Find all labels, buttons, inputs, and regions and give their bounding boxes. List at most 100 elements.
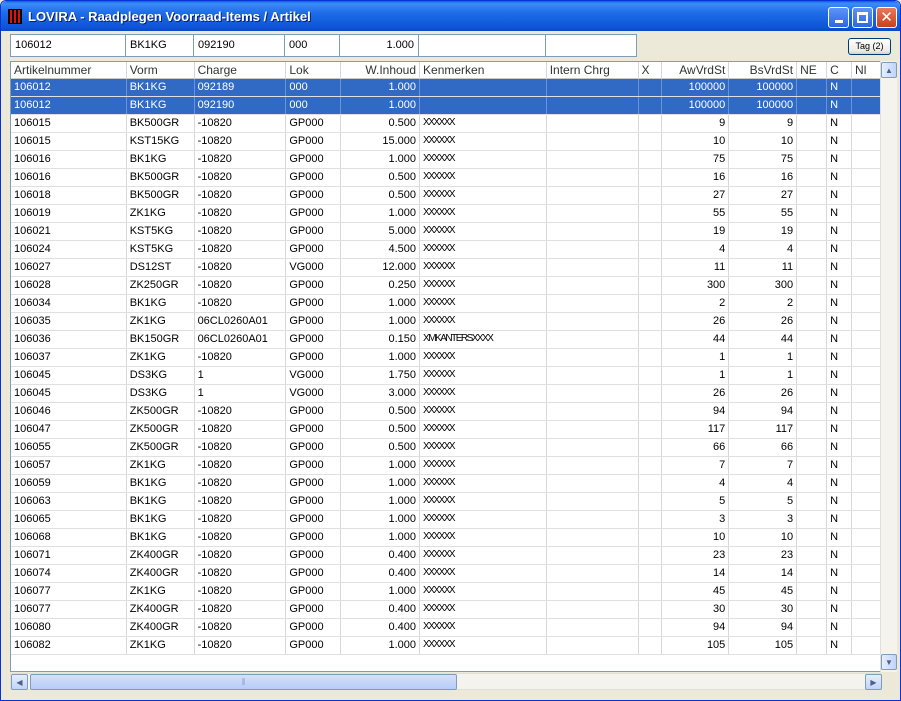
field-charge[interactable]: 092190	[194, 34, 285, 57]
cell-x	[639, 187, 663, 204]
field-artikelnummer[interactable]: 106012	[10, 34, 126, 57]
table-row[interactable]: 106059 BK1KG -10820 GP000 1.000 XXXXXX 4 4 N	[11, 475, 881, 493]
table-row[interactable]: 106016 BK1KG -10820 GP000 1.000 XXXXXX 75 75 N	[11, 151, 881, 169]
column-header-ne[interactable]: NE	[797, 62, 828, 79]
cell-x	[639, 349, 663, 366]
column-header-c[interactable]: C	[827, 62, 853, 79]
column-header-ic[interactable]: Intern Chrg	[547, 62, 639, 79]
column-header-charge[interactable]: Charge	[195, 62, 287, 79]
table-row[interactable]: 106028 ZK250GR -10820 GP000 0.250 XXXXXX 300 30…	[11, 277, 881, 295]
field-lok[interactable]: 000	[285, 34, 340, 57]
cell-c: N	[827, 277, 853, 294]
table-row[interactable]: 106036 BK150GR 06CL0260A01 GP000 0.150 XMKANT…	[11, 331, 881, 349]
table-row[interactable]: 106045 DS3KG 1 VG000 3.000 XXXXXX 26 26 N	[11, 385, 881, 403]
table-row[interactable]: 106068 BK1KG -10820 GP000 1.000 XXXXXX 10 10 N	[11, 529, 881, 547]
table-row[interactable]: 106071 ZK400GR -10820 GP000 0.400 XXXXXX 23 23 N	[11, 547, 881, 565]
cell-art: 106074	[11, 565, 127, 582]
scroll-right-button[interactable]: ▶	[865, 674, 882, 690]
table-row[interactable]: 106074 ZK400GR -10820 GP000 0.400 XXXXXX 14 14 N	[11, 565, 881, 583]
cell-kenm: XXXXXX	[420, 259, 547, 276]
cell-kenm: XXXXXX	[420, 403, 547, 420]
cell-c: N	[827, 241, 853, 258]
cell-kenm	[420, 97, 547, 114]
table-row[interactable]: 106015 BK500GR -10820 GP000 0.500 XXXXXX 9 9 N	[11, 115, 881, 133]
field-intern-chrg[interactable]	[546, 34, 637, 57]
table-row[interactable]: 106037 ZK1KG -10820 GP000 1.000 XXXXXX 1 1 N	[11, 349, 881, 367]
table-row[interactable]: 106082 ZK1KG -10820 GP000 1.000 XXXXXX 105 105 N	[11, 637, 881, 655]
table-row[interactable]: 106077 ZK400GR -10820 GP000 0.400 XXXXXX 30 30 N	[11, 601, 881, 619]
cell-lok: VG000	[286, 367, 342, 384]
cell-kenm	[420, 79, 547, 96]
vertical-scrollbar[interactable]: ▲ ▼	[880, 61, 897, 672]
cell-ic	[547, 637, 639, 654]
cell-vorm: BK500GR	[127, 187, 195, 204]
table-row[interactable]: 106019 ZK1KG -10820 GP000 1.000 XXXXXX 55 55 N	[11, 205, 881, 223]
table-row[interactable]: 106077 ZK1KG -10820 GP000 1.000 XXXXXX 45 45 N	[11, 583, 881, 601]
horizontal-scroll-thumb[interactable]: ⦀	[30, 674, 457, 690]
column-header-bs[interactable]: BsVrdSt	[729, 62, 798, 79]
table-row[interactable]: 106027 DS12ST -10820 VG000 12.000 XXXXXX 11 11 N	[11, 259, 881, 277]
maximize-button[interactable]	[852, 7, 873, 28]
table-row[interactable]: 106046 ZK500GR -10820 GP000 0.500 XXXXXX 94 94 N	[11, 403, 881, 421]
cell-kenm: XXXXXX	[420, 637, 547, 654]
cell-nl	[852, 295, 881, 312]
table-row[interactable]: 106021 KST5KG -10820 GP000 5.000 XXXXXX 19 19 N	[11, 223, 881, 241]
column-header-aw[interactable]: AwVrdSt	[662, 62, 730, 79]
cell-ic	[547, 583, 639, 600]
cell-ne	[797, 619, 828, 636]
column-header-kenm[interactable]: Kenmerken	[420, 62, 547, 79]
cell-lok: GP000	[286, 637, 342, 654]
table-row[interactable]: 106055 ZK500GR -10820 GP000 0.500 XXXXXX 66 66 N	[11, 439, 881, 457]
table-row[interactable]: 106016 BK500GR -10820 GP000 0.500 XXXXXX 16 16 N	[11, 169, 881, 187]
cell-kenm: XXXXXX	[420, 475, 547, 492]
cell-ic	[547, 241, 639, 258]
cell-nl	[852, 205, 881, 222]
title-bar[interactable]: LOVIRA - Raadplegen Voorraad-Items / Art…	[1, 1, 900, 31]
scroll-up-button[interactable]: ▲	[881, 62, 897, 78]
cell-nl	[852, 439, 881, 456]
column-header-wi[interactable]: W.Inhoud	[341, 62, 421, 79]
table-row[interactable]: 106057 ZK1KG -10820 GP000 1.000 XXXXXX 7 7 N	[11, 457, 881, 475]
table-row[interactable]: 106035 ZK1KG 06CL0260A01 GP000 1.000 XXXXXX 26…	[11, 313, 881, 331]
cell-vorm: ZK500GR	[127, 421, 195, 438]
cell-kenm: XXXXXX	[420, 115, 547, 132]
table-row[interactable]: 106015 KST15KG -10820 GP000 15.000 XXXXXX 10 10…	[11, 133, 881, 151]
close-button[interactable]: ✕	[876, 7, 897, 28]
scroll-left-button[interactable]: ◀	[11, 674, 28, 690]
cell-art: 106082	[11, 637, 127, 654]
column-header-vorm[interactable]: Vorm	[127, 62, 195, 79]
table-row[interactable]: 106063 BK1KG -10820 GP000 1.000 XXXXXX 5 5 N	[11, 493, 881, 511]
stock-items-grid: Artikelnummer Vorm Charge Lok W.Inhoud Kenmer…	[10, 61, 882, 672]
cell-lok: GP000	[286, 421, 342, 438]
cell-ic	[547, 619, 639, 636]
table-row[interactable]: 106065 BK1KG -10820 GP000 1.000 XXXXXX 3 3 N	[11, 511, 881, 529]
table-row[interactable]: 106012 BK1KG 092189 000 1.000 100000 100000 N	[11, 79, 881, 97]
tag-button[interactable]: Tag (2)	[848, 38, 891, 55]
horizontal-scrollbar[interactable]: ◀ ⦀ ▶	[10, 673, 882, 690]
field-winhoud[interactable]: 1.000	[340, 34, 419, 57]
cell-lok: GP000	[286, 331, 342, 348]
table-row[interactable]: 106045 DS3KG 1 VG000 1.750 XXXXXX 1 1 N	[11, 367, 881, 385]
cell-bs: 4	[729, 475, 798, 492]
minimize-button[interactable]	[828, 7, 849, 28]
cell-art: 106047	[11, 421, 127, 438]
cell-kenm: XXXXXX	[420, 511, 547, 528]
table-row[interactable]: 106018 BK500GR -10820 GP000 0.500 XXXXXX 27 27 N	[11, 187, 881, 205]
cell-ic	[547, 259, 639, 276]
field-vorm[interactable]: BK1KG	[126, 34, 194, 57]
table-row[interactable]: 106080 ZK400GR -10820 GP000 0.400 XXXXXX 94 94 N	[11, 619, 881, 637]
cell-ic	[547, 367, 639, 384]
scroll-down-button[interactable]: ▼	[881, 654, 897, 670]
table-row[interactable]: 106012 BK1KG 092190 000 1.000 100000 100000 N	[11, 97, 881, 115]
column-header-nl[interactable]: Nl	[852, 62, 881, 79]
field-kenmerken[interactable]	[419, 34, 546, 57]
column-header-art[interactable]: Artikelnummer	[11, 62, 127, 79]
cell-c: N	[827, 547, 853, 564]
table-row[interactable]: 106034 BK1KG -10820 GP000 1.000 XXXXXX 2 2 N	[11, 295, 881, 313]
table-row[interactable]: 106024 KST5KG -10820 GP000 4.500 XXXXXX 4 4 N	[11, 241, 881, 259]
column-header-x[interactable]: X	[639, 62, 663, 79]
cell-lok: GP000	[286, 187, 342, 204]
column-header-lok[interactable]: Lok	[286, 62, 342, 79]
cell-lok: GP000	[286, 223, 342, 240]
table-row[interactable]: 106047 ZK500GR -10820 GP000 0.500 XXXXXX 117 11…	[11, 421, 881, 439]
